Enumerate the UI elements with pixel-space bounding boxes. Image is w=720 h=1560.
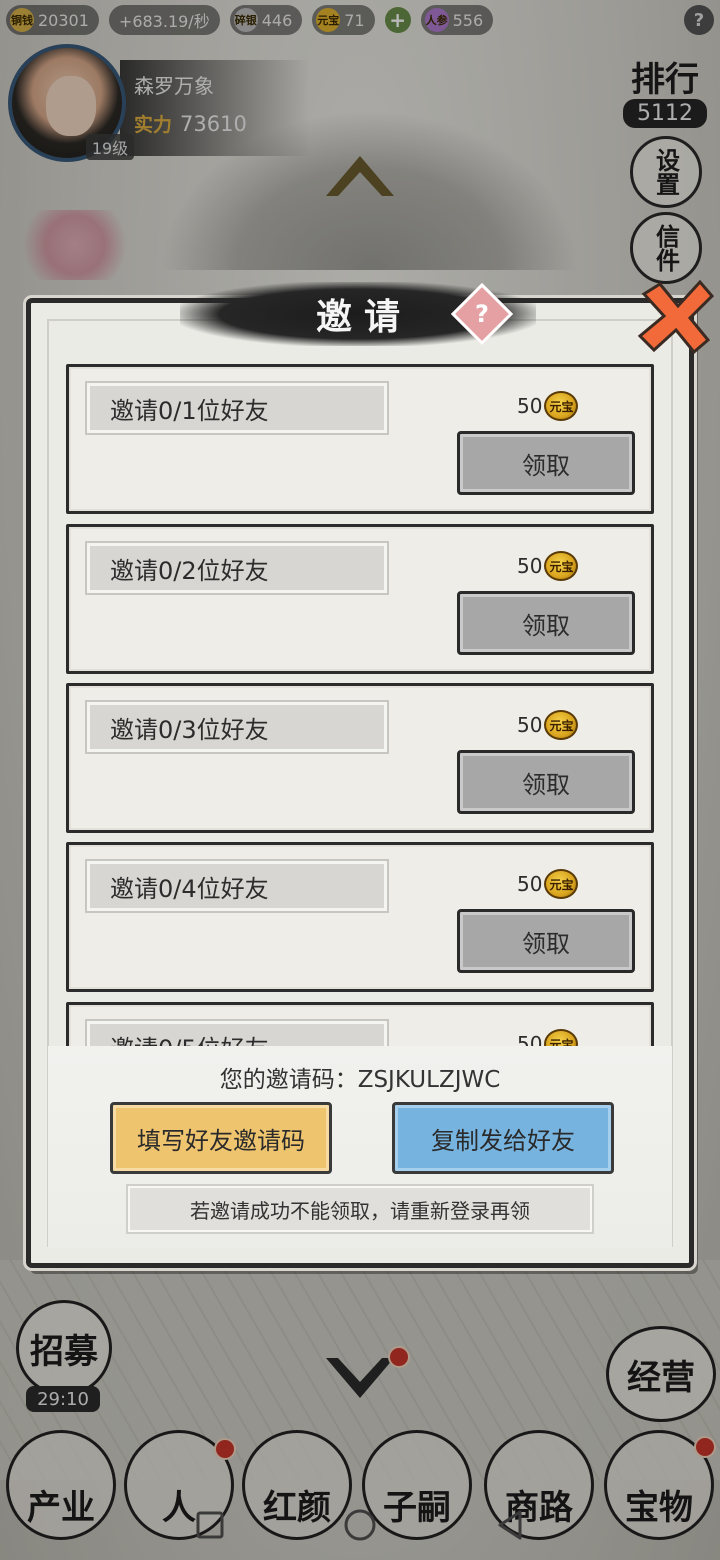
question-mark: ? <box>475 299 489 328</box>
invite-goal-label: 邀请0/4位好友 <box>85 859 389 913</box>
claim-button[interactable]: 领取 <box>457 750 635 814</box>
yuanbao-icon: 元宝 <box>544 551 579 581</box>
recents-button[interactable] <box>190 1505 230 1545</box>
dialog-title: 邀请 <box>315 296 412 338</box>
reward-amount: 50 元宝 <box>517 549 579 583</box>
reward-amount: 50 元宝 <box>517 389 579 423</box>
invite-code-label: 您的邀请码： <box>219 1067 358 1093</box>
reward-value: 50 <box>517 554 543 578</box>
square-icon <box>196 1511 224 1539</box>
back-triangle-icon <box>498 1510 522 1540</box>
claim-button[interactable]: 领取 <box>457 909 635 973</box>
reward-amount: 50 元宝 <box>517 867 579 901</box>
close-icon[interactable] <box>636 278 716 358</box>
claim-button[interactable]: 领取 <box>457 591 635 655</box>
claim-button[interactable]: 领取 <box>457 431 635 495</box>
invite-goal-label: 邀请0/5位好友 <box>85 1019 389 1048</box>
list-item: 邀请0/5位好友 50 元宝 领取 <box>66 1002 654 1048</box>
enter-friend-code-button[interactable]: 填写好友邀请码 <box>110 1102 332 1174</box>
system-navigation-bar <box>0 1490 720 1560</box>
yuanbao-icon: 元宝 <box>544 710 579 740</box>
list-item: 邀请0/3位好友 50 元宝 领取 <box>66 683 654 833</box>
home-button[interactable] <box>340 1505 380 1545</box>
reward-value: 50 <box>517 872 543 896</box>
invite-code-line: 您的邀请码：ZSJKULZJWC <box>48 1060 672 1094</box>
reward-amount: 50 元宝 <box>517 708 579 742</box>
list-item: 邀请0/4位好友 50 元宝 领取 <box>66 842 654 992</box>
list-item: 邀请0/2位好友 50 元宝 领取 <box>66 524 654 674</box>
yuanbao-icon: 元宝 <box>544 869 579 899</box>
invite-goal-label: 邀请0/1位好友 <box>85 381 389 435</box>
invite-notice: 若邀请成功不能领取，请重新登录再领 <box>126 1184 594 1234</box>
copy-invite-code-button[interactable]: 复制发给好友 <box>392 1102 614 1174</box>
invite-code-value[interactable]: ZSJKULZJWC <box>358 1067 501 1093</box>
invite-reward-list[interactable]: 邀请0/1位好友 50 元宝 领取 邀请0/2位好友 50 元宝 领取 邀请0/… <box>66 364 654 1048</box>
reward-value: 50 <box>517 713 543 737</box>
circle-icon <box>344 1509 376 1541</box>
back-button[interactable] <box>490 1505 530 1545</box>
invite-goal-label: 邀请0/2位好友 <box>85 541 389 595</box>
invite-goal-label: 邀请0/3位好友 <box>85 700 389 754</box>
list-item: 邀请0/1位好友 50 元宝 领取 <box>66 364 654 514</box>
reward-amount: 50 元宝 <box>517 1027 579 1048</box>
reward-value: 50 <box>517 394 543 418</box>
invite-footer: 您的邀请码：ZSJKULZJWC 填写好友邀请码 复制发给好友 若邀请成功不能领… <box>48 1046 672 1248</box>
yuanbao-icon: 元宝 <box>544 391 579 421</box>
